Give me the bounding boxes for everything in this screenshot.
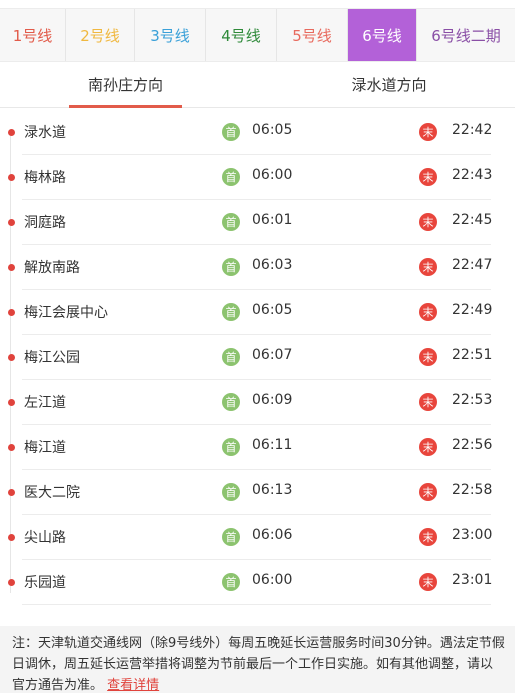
tab-line-3[interactable]: 3号线 [135,9,206,61]
station-dot-icon [8,579,15,586]
first-train-badge: 首 [222,258,240,276]
station-name[interactable]: 梅江公园 [24,347,80,367]
tab-line-4[interactable]: 4号线 [206,9,277,61]
first-train-time: 06:11 [252,437,293,453]
first-train-badge: 首 [222,438,240,456]
last-train-time: 22:47 [452,257,493,273]
first-train-badge: 首 [222,168,240,186]
station-name[interactable]: 乐园道 [24,572,66,592]
first-train-badge: 首 [222,213,240,231]
station-dot-icon [8,129,15,136]
station-dot-icon [8,399,15,406]
station-name[interactable]: 梅江道 [24,437,66,457]
station-dot-icon [8,174,15,181]
tab-line-6[interactable]: 6号线 [348,9,417,61]
last-train-time: 23:00 [452,527,493,543]
last-train-time: 22:43 [452,167,493,183]
tab-direction-nansunzhuang[interactable]: 南孙庄方向 [69,62,182,108]
last-train-badge: 末 [419,213,437,231]
tab-line-1[interactable]: 1号线 [0,9,66,61]
station-dot-icon [8,444,15,451]
station-name[interactable]: 医大二院 [24,482,80,502]
station-row: 梅林路 首 06:00 末 22:43 [0,155,515,200]
station-row: 医大二院 首 06:13 末 22:58 [0,470,515,515]
station-dot-icon [8,534,15,541]
station-row: 乐园道 首 06:00 末 23:01 [0,560,515,605]
station-row: 尖山路 首 06:06 末 23:00 [0,515,515,560]
direction-tabs: 南孙庄方向 渌水道方向 [0,62,515,108]
first-train-badge: 首 [222,393,240,411]
station-row: 洞庭路 首 06:01 末 22:45 [0,200,515,245]
first-train-badge: 首 [222,573,240,591]
last-train-badge: 末 [419,303,437,321]
station-name[interactable]: 尖山路 [24,527,66,547]
first-train-time: 06:05 [252,302,293,318]
station-name[interactable]: 梅林路 [24,167,66,187]
last-train-badge: 末 [419,168,437,186]
station-row: 梅江道 首 06:11 末 22:56 [0,425,515,470]
station-row: 梅江会展中心 首 06:05 末 22:49 [0,290,515,335]
station-row: 左江道 首 06:09 末 22:53 [0,380,515,425]
station-row: 解放南路 首 06:03 末 22:47 [0,245,515,290]
view-details-link[interactable]: 查看详情 [107,678,159,693]
last-train-badge: 末 [419,483,437,501]
first-train-badge: 首 [222,303,240,321]
last-train-badge: 末 [419,123,437,141]
station-row: 梅江公园 首 06:07 末 22:51 [0,335,515,380]
service-note: 注：天津轨道交通线网（除9号线外）每周五晚延长运营服务时间30分钟。遇法定节假日… [0,626,515,693]
station-dot-icon [8,489,15,496]
station-name[interactable]: 左江道 [24,392,66,412]
first-train-badge: 首 [222,123,240,141]
last-train-time: 22:58 [452,482,493,498]
last-train-time: 22:42 [452,122,493,138]
last-train-time: 22:51 [452,347,493,363]
first-train-time: 06:05 [252,122,293,138]
last-train-badge: 末 [419,348,437,366]
first-train-time: 06:09 [252,392,293,408]
first-train-time: 06:07 [252,347,293,363]
station-dot-icon [8,219,15,226]
line-tabs: 1号线 2号线 3号线 4号线 5号线 6号线 6号线二期 [0,8,515,62]
first-train-time: 06:00 [252,167,293,183]
tab-line-6-phase-2[interactable]: 6号线二期 [417,9,515,61]
row-divider [22,604,491,605]
last-train-badge: 末 [419,528,437,546]
last-train-time: 22:45 [452,212,493,228]
first-train-badge: 首 [222,348,240,366]
first-train-time: 06:06 [252,527,293,543]
first-train-time: 06:00 [252,572,293,588]
first-train-time: 06:01 [252,212,293,228]
last-train-badge: 末 [419,438,437,456]
station-name[interactable]: 梅江会展中心 [24,302,108,322]
station-dot-icon [8,264,15,271]
last-train-badge: 末 [419,573,437,591]
station-dot-icon [8,309,15,316]
station-name[interactable]: 解放南路 [24,257,80,277]
station-name[interactable]: 渌水道 [24,122,66,142]
tab-line-2[interactable]: 2号线 [66,9,135,61]
station-dot-icon [8,354,15,361]
tab-line-5[interactable]: 5号线 [277,9,348,61]
last-train-time: 23:01 [452,572,493,588]
first-train-badge: 首 [222,528,240,546]
last-train-time: 22:49 [452,302,493,318]
first-train-time: 06:03 [252,257,293,273]
last-train-time: 22:53 [452,392,493,408]
last-train-badge: 末 [419,393,437,411]
last-train-badge: 末 [419,258,437,276]
tab-direction-lushuidao[interactable]: 渌水道方向 [336,62,442,107]
first-train-badge: 首 [222,483,240,501]
station-row: 渌水道 首 06:05 末 22:42 [0,110,515,155]
note-text: 注：天津轨道交通线网（除9号线外）每周五晚延长运营服务时间30分钟。遇法定节假日… [12,636,505,693]
station-name[interactable]: 洞庭路 [24,212,66,232]
first-train-time: 06:13 [252,482,293,498]
last-train-time: 22:56 [452,437,493,453]
